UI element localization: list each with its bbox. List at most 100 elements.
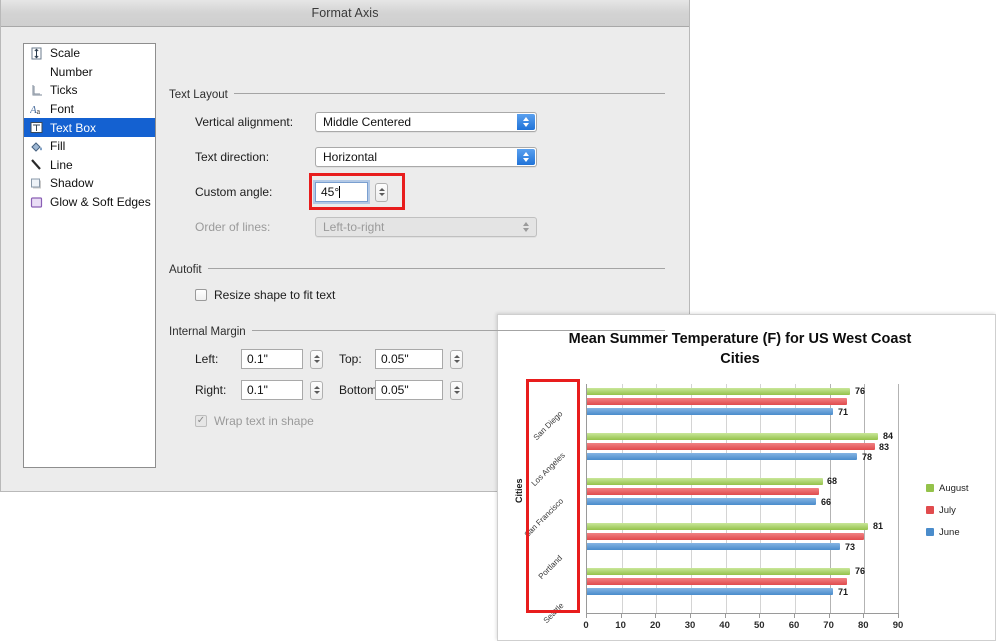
data-label-seattle-june: 71 <box>838 587 848 597</box>
sidebar-item-text-box[interactable]: Text Box <box>24 118 155 137</box>
dialog-titlebar: Format Axis <box>1 0 689 27</box>
custom-angle-stepper[interactable] <box>375 183 388 202</box>
margin-bottom-stepper[interactable] <box>450 381 463 400</box>
data-label-los-angeles-july: 83 <box>879 442 889 452</box>
vertical-alignment-label: Vertical alignment: <box>169 115 315 129</box>
bar-san-francisco-august[interactable] <box>587 478 823 485</box>
margin-right-label: Right: <box>195 383 241 397</box>
ticks-icon <box>28 83 45 98</box>
resize-shape-checkbox-row[interactable]: Resize shape to fit text <box>169 284 671 306</box>
legend-item-july[interactable]: July <box>926 499 969 521</box>
margin-top-stepper[interactable] <box>450 350 463 369</box>
sidebar-item-ticks[interactable]: Ticks <box>24 81 155 100</box>
legend-swatch-july <box>926 506 934 514</box>
axis-labels-highlight <box>526 379 580 613</box>
legend-label: August <box>939 483 969 494</box>
resize-shape-checkbox[interactable] <box>195 289 207 301</box>
text-layout-group-label: Text Layout <box>169 89 234 101</box>
x-tick <box>829 613 830 618</box>
x-tick-label: 70 <box>823 620 834 631</box>
custom-angle-input[interactable]: 45° <box>315 182 368 202</box>
sidebar-item-label: Number <box>50 65 93 79</box>
gridline <box>864 384 865 613</box>
sidebar-item-label: Glow & Soft Edges <box>50 195 151 209</box>
x-tick <box>898 613 899 618</box>
chart-legend[interactable]: August July June <box>926 477 969 543</box>
sidebar-item-scale[interactable]: Scale <box>24 44 155 63</box>
x-tick-label: 90 <box>893 620 904 631</box>
sidebar-item-label: Shadow <box>50 176 93 190</box>
bar-portland-august[interactable] <box>587 523 868 530</box>
bar-san-diego-july[interactable] <box>587 398 847 405</box>
fill-icon <box>28 139 45 154</box>
text-caret <box>339 186 340 198</box>
data-label-los-angeles-august: 84 <box>883 431 893 441</box>
x-axis-line <box>586 613 898 614</box>
bar-san-diego-june[interactable] <box>587 408 833 415</box>
bar-seattle-june[interactable] <box>587 588 833 595</box>
sidebar-item-label: Text Box <box>50 121 96 135</box>
order-of-lines-value: Left-to-right <box>323 220 384 234</box>
margin-left-value: 0.1" <box>247 352 268 366</box>
bar-seattle-july[interactable] <box>587 578 847 585</box>
margin-left-stepper[interactable] <box>310 350 323 369</box>
text-layout-group-header: Text Layout <box>169 85 671 99</box>
vertical-alignment-select[interactable]: Middle Centered <box>315 112 537 132</box>
x-tick <box>655 613 656 618</box>
wrap-text-checkbox: ✓ <box>195 415 207 427</box>
margin-bottom-input[interactable]: 0.05" <box>375 380 443 400</box>
text-direction-select[interactable]: Horizontal <box>315 147 537 167</box>
order-of-lines-select: Left-to-right <box>315 217 537 237</box>
sidebar-item-label: Scale <box>50 46 80 60</box>
sidebar-item-font[interactable]: A a Font <box>24 100 155 119</box>
bar-san-francisco-june[interactable] <box>587 498 816 505</box>
x-tick <box>725 613 726 618</box>
custom-angle-value: 45° <box>321 185 339 199</box>
sidebar-item-glow-soft-edges[interactable]: Glow & Soft Edges <box>24 193 155 212</box>
margin-right-value: 0.1" <box>247 383 268 397</box>
custom-angle-label: Custom angle: <box>169 185 315 199</box>
margin-left-input[interactable]: 0.1" <box>241 349 303 369</box>
sidebar-item-label: Fill <box>50 139 65 153</box>
bar-portland-june[interactable] <box>587 543 840 550</box>
margin-top-value: 0.05" <box>381 352 409 366</box>
x-tick <box>863 613 864 618</box>
text-box-icon <box>28 120 45 135</box>
sidebar-item-line[interactable]: Line <box>24 156 155 175</box>
bar-seattle-august[interactable] <box>587 568 850 575</box>
scale-icon <box>28 46 45 61</box>
x-tick <box>586 613 587 618</box>
resize-shape-label: Resize shape to fit text <box>214 288 335 302</box>
bar-los-angeles-august[interactable] <box>587 433 878 440</box>
bar-san-diego-august[interactable] <box>587 388 850 395</box>
x-tick <box>621 613 622 618</box>
sidebar-item-number[interactable]: Number <box>24 63 155 82</box>
chevron-updown-icon[interactable] <box>517 149 535 165</box>
order-of-lines-label: Order of lines: <box>169 220 315 234</box>
bar-los-angeles-july[interactable] <box>587 443 875 450</box>
x-tick <box>794 613 795 618</box>
sidebar-item-shadow[interactable]: Shadow <box>24 174 155 193</box>
bar-portland-july[interactable] <box>587 533 864 540</box>
margin-right-stepper[interactable] <box>310 381 323 400</box>
chart-panel[interactable]: Mean Summer Temperature (F) for US West … <box>497 314 996 641</box>
bar-san-francisco-july[interactable] <box>587 488 819 495</box>
wrap-text-label: Wrap text in shape <box>214 414 314 428</box>
margin-right-input[interactable]: 0.1" <box>241 380 303 400</box>
legend-item-june[interactable]: June <box>926 521 969 543</box>
legend-item-august[interactable]: August <box>926 477 969 499</box>
chart-title: Mean Summer Temperature (F) for US West … <box>510 329 970 369</box>
text-direction-label: Text direction: <box>169 150 315 164</box>
x-tick-label: 20 <box>650 620 661 631</box>
dialog-sidebar[interactable]: Scale Number Ticks A <box>23 43 156 468</box>
sidebar-item-label: Font <box>50 102 74 116</box>
sidebar-item-fill[interactable]: Fill <box>24 137 155 156</box>
data-label-seattle-august: 76 <box>855 566 865 576</box>
margin-top-input[interactable]: 0.05" <box>375 349 443 369</box>
dialog-title: Format Axis <box>311 6 378 20</box>
data-label-los-angeles-june: 78 <box>862 452 872 462</box>
data-label-san-francisco-june: 66 <box>821 497 831 507</box>
chevron-updown-icon[interactable] <box>517 114 535 130</box>
data-label-san-diego-june: 71 <box>838 407 848 417</box>
bar-los-angeles-june[interactable] <box>587 453 857 460</box>
